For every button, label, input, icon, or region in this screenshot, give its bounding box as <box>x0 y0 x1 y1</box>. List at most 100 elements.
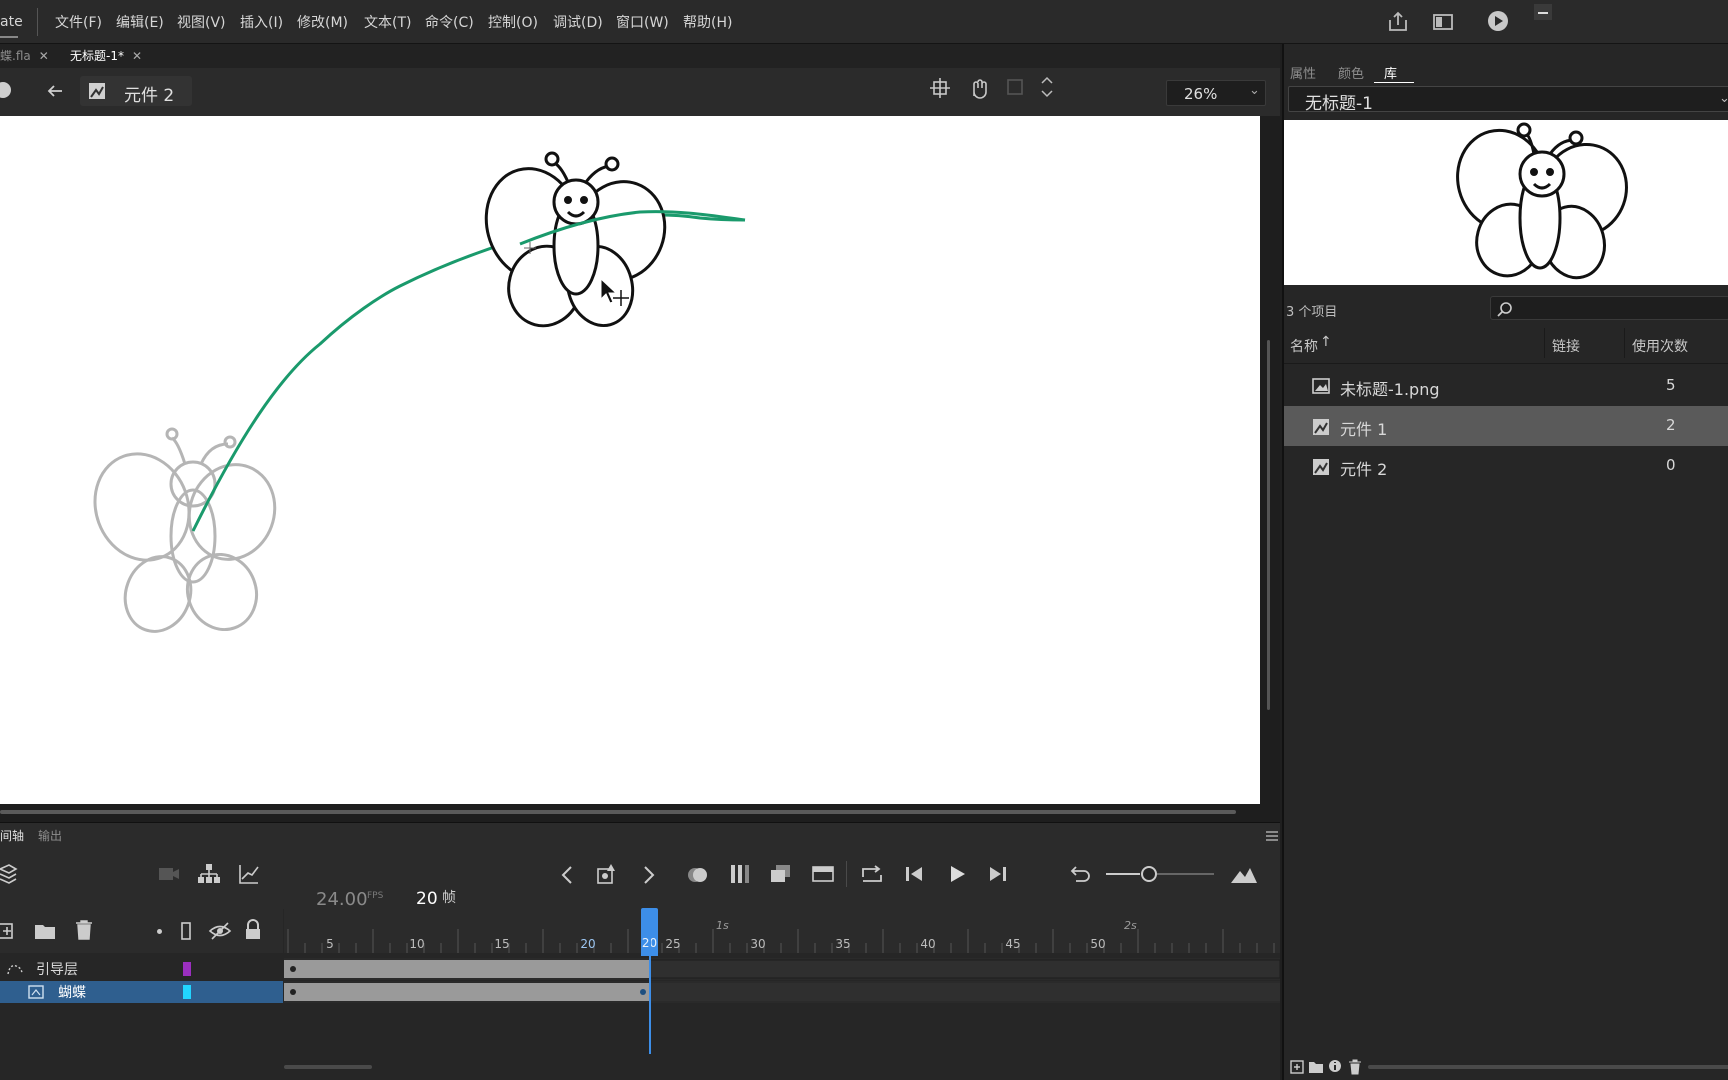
step-forward-icon[interactable] <box>988 865 1008 883</box>
close-icon[interactable]: ✕ <box>39 49 49 63</box>
menu-window[interactable]: 窗口(W) <box>616 12 669 32</box>
layer-row-butterfly[interactable]: 蝴蝶 <box>0 981 283 1003</box>
minimize-icon[interactable] <box>1532 4 1554 22</box>
play-icon[interactable] <box>948 865 966 883</box>
new-symbol-icon[interactable] <box>1290 1060 1304 1074</box>
playhead-line <box>649 908 651 1054</box>
keyframe-dot[interactable] <box>640 989 646 995</box>
stage-horizontal-scrollbar[interactable] <box>0 810 1236 814</box>
share-icon[interactable] <box>1386 10 1410 34</box>
new-layer-icon[interactable] <box>0 921 14 941</box>
layer-name[interactable]: 引导层 <box>36 959 78 979</box>
menu-text[interactable]: 文本(T) <box>364 12 411 32</box>
new-folder-icon[interactable] <box>34 921 58 941</box>
delete-icon[interactable] <box>1348 1059 1362 1075</box>
guide-layer-icon <box>7 964 23 975</box>
rotate-stage-icon[interactable] <box>966 76 990 100</box>
column-use-count[interactable]: 使用次数 <box>1632 336 1688 356</box>
show-outline-dot-icon[interactable] <box>157 929 162 934</box>
frame-span[interactable] <box>284 960 650 978</box>
library-search-input[interactable] <box>1490 296 1728 320</box>
lock-icon[interactable] <box>244 919 262 941</box>
frames-row-guide[interactable] <box>284 958 1280 980</box>
info-icon[interactable] <box>1328 1059 1342 1073</box>
timeline-ruler[interactable]: 1s 2s 5 10 15 20 25 30 35 40 45 50 <box>284 909 1280 953</box>
hide-layer-icon[interactable] <box>208 921 232 941</box>
fps-value[interactable]: 24.00 <box>316 889 368 910</box>
timeline-hscrollbar[interactable] <box>284 1065 372 1069</box>
new-folder-icon[interactable] <box>1308 1060 1324 1074</box>
library-item-png[interactable]: 未标题-1.png 5 <box>1284 366 1728 406</box>
library-item-symbol-1[interactable]: 元件 1 2 <box>1284 406 1728 446</box>
insert-keyframe-icon[interactable] <box>597 863 619 885</box>
current-frame-value[interactable]: 20 <box>416 889 438 909</box>
scene-icon[interactable] <box>0 78 14 100</box>
layer-row-guide[interactable]: 引导层 <box>0 958 283 980</box>
panel-menu-icon[interactable] <box>1266 831 1278 841</box>
tab-output[interactable]: 输出 <box>38 827 62 844</box>
workspace-icon[interactable] <box>1432 12 1456 32</box>
frames-row-butterfly[interactable] <box>284 981 1280 1003</box>
breadcrumb[interactable]: 元件 2 <box>80 76 192 106</box>
library-item-name: 元件 1 <box>1340 420 1388 439</box>
library-item-symbol-2[interactable]: 元件 2 0 <box>1284 446 1728 486</box>
frame-view-icon[interactable] <box>730 863 752 885</box>
sort-asc-icon[interactable]: ↑ <box>1320 334 1332 350</box>
zoom-select[interactable]: 26% ⌄ <box>1166 80 1266 106</box>
zoom-stepper-icon[interactable] <box>1040 74 1054 100</box>
tab-label: 无标题-1* <box>70 49 124 63</box>
undo-icon[interactable] <box>1068 863 1092 885</box>
create-tween-icon[interactable] <box>812 863 834 885</box>
tab-color[interactable]: 颜色 <box>1338 63 1364 82</box>
menu-file[interactable]: 文件(F) <box>55 12 102 32</box>
menu-help[interactable]: 帮助(H) <box>683 12 732 32</box>
prev-keyframe-icon[interactable] <box>560 865 574 885</box>
camera-icon[interactable] <box>158 865 180 883</box>
frame-span[interactable] <box>284 983 650 1001</box>
center-stage-icon[interactable] <box>930 78 950 98</box>
menu-insert[interactable]: 插入(I) <box>240 12 283 32</box>
column-linkage[interactable]: 链接 <box>1552 336 1580 356</box>
onion-skin-butterfly <box>93 427 277 633</box>
outline-icon[interactable] <box>180 921 192 941</box>
empty-frames[interactable] <box>650 958 1280 980</box>
layers-icon[interactable] <box>0 863 18 885</box>
back-arrow-icon[interactable] <box>46 82 64 100</box>
keyframe-dot[interactable] <box>290 966 296 972</box>
tab-library[interactable]: 库 <box>1384 63 1397 82</box>
tab-timeline[interactable]: 间轴 <box>0 827 24 844</box>
menu-modify[interactable]: 修改(M) <box>297 12 348 32</box>
stage-vertical-scrollbar[interactable] <box>1267 340 1270 710</box>
menu-edit[interactable]: 编辑(E) <box>116 12 164 32</box>
column-name[interactable]: 名称 <box>1290 336 1318 356</box>
layer-color-swatch[interactable] <box>183 985 191 999</box>
layer-name[interactable]: 蝴蝶 <box>58 982 86 1002</box>
next-keyframe-icon[interactable] <box>642 865 656 885</box>
layer-parenting-icon[interactable] <box>198 863 220 883</box>
tab-untitled-1[interactable]: 无标题-1* ✕ <box>70 44 142 68</box>
zoom-mountains-icon[interactable] <box>1230 863 1258 885</box>
clip-content-icon[interactable] <box>1006 78 1024 96</box>
menu-commands[interactable]: 命令(C) <box>425 12 474 32</box>
library-hscrollbar[interactable] <box>1368 1065 1728 1069</box>
step-back-icon[interactable] <box>904 865 924 883</box>
tab-properties[interactable]: 属性 <box>1290 63 1316 82</box>
empty-frames[interactable] <box>650 981 1280 1003</box>
layer-color-swatch[interactable] <box>183 962 191 976</box>
menu-control[interactable]: 控制(O) <box>488 12 538 32</box>
stage-canvas[interactable] <box>0 116 1260 804</box>
graph-editor-icon[interactable] <box>238 863 260 885</box>
loop-icon[interactable] <box>860 863 884 885</box>
delete-layer-icon[interactable] <box>74 919 94 941</box>
frame-size-slider[interactable] <box>1104 863 1220 885</box>
menu-debug[interactable]: 调试(D) <box>553 12 603 32</box>
library-document-select[interactable]: 无标题-1 ⌄ <box>1288 86 1728 114</box>
tab-butterfly-fla[interactable]: 蝶.fla ✕ <box>0 44 49 68</box>
keyframe-dot[interactable] <box>290 989 296 995</box>
menu-view[interactable]: 视图(V) <box>177 12 226 32</box>
edit-multiple-frames-icon[interactable] <box>770 863 792 885</box>
close-icon[interactable]: ✕ <box>132 49 142 63</box>
test-movie-icon[interactable] <box>1486 9 1510 33</box>
library-item-count-value: 2 <box>1666 416 1676 434</box>
onion-skin-icon[interactable] <box>686 865 710 885</box>
